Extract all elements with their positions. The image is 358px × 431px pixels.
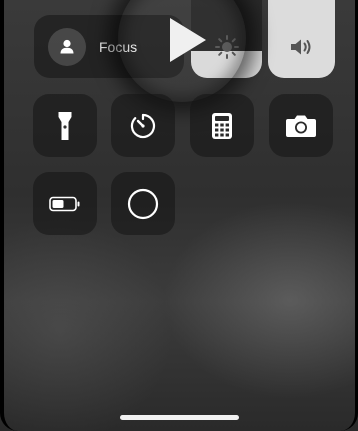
timer-icon — [129, 112, 157, 140]
calculator-button[interactable] — [190, 94, 254, 157]
battery-icon — [49, 196, 81, 212]
play-icon — [170, 18, 206, 62]
low-power-mode-button[interactable] — [33, 172, 97, 235]
timer-button[interactable] — [111, 94, 175, 157]
magnifier-lens[interactable] — [118, 0, 246, 102]
speaker-icon — [288, 36, 316, 58]
camera-icon — [285, 114, 317, 138]
calculator-icon — [211, 112, 233, 140]
screen-record-button[interactable] — [111, 172, 175, 235]
record-icon — [127, 188, 159, 220]
person-icon — [48, 27, 86, 66]
camera-button[interactable] — [269, 94, 333, 157]
home-indicator[interactable] — [120, 415, 239, 420]
flashlight-button[interactable] — [33, 94, 97, 157]
flashlight-icon — [57, 111, 73, 141]
volume-slider[interactable] — [268, 0, 335, 78]
